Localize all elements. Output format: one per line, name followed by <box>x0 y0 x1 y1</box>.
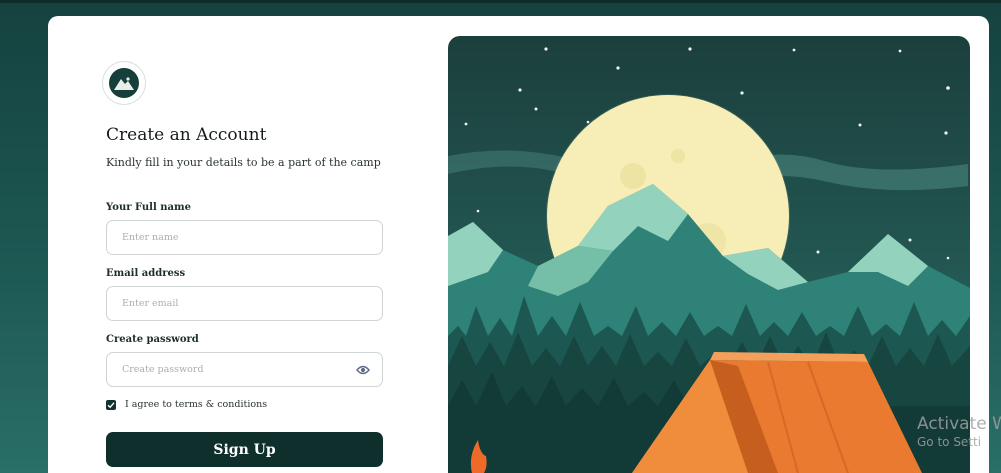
watermark-line-1: Activate W <box>917 414 1001 434</box>
password-field[interactable] <box>106 352 383 387</box>
email-input[interactable] <box>122 298 367 309</box>
brand-logo <box>102 61 146 105</box>
full-name-input[interactable] <box>122 232 367 243</box>
night-camp-scene <box>448 36 970 473</box>
eye-icon[interactable] <box>356 364 370 376</box>
page-subtitle: Kindly fill in your details to be a part… <box>106 156 381 169</box>
top-strip <box>0 0 1001 3</box>
full-name-field[interactable] <box>106 220 383 255</box>
email-label: Email address <box>106 268 186 279</box>
password-input[interactable] <box>122 364 367 375</box>
terms-checkbox[interactable] <box>106 399 116 410</box>
sign-up-button[interactable]: Sign Up <box>106 432 383 467</box>
logo-mark <box>109 68 139 98</box>
terms-label: I agree to terms & conditions <box>125 399 268 410</box>
checkmark-icon <box>107 401 115 408</box>
email-field[interactable] <box>106 286 383 321</box>
os-activation-watermark: Activate W Go to Setti <box>917 414 1001 449</box>
password-label: Create password <box>106 334 199 345</box>
camp-illustration <box>448 36 970 473</box>
terms-row: I agree to terms & conditions <box>106 399 267 410</box>
full-name-label: Your Full name <box>106 202 191 213</box>
page-title: Create an Account <box>106 125 267 145</box>
watermark-line-2: Go to Setti <box>917 435 982 449</box>
